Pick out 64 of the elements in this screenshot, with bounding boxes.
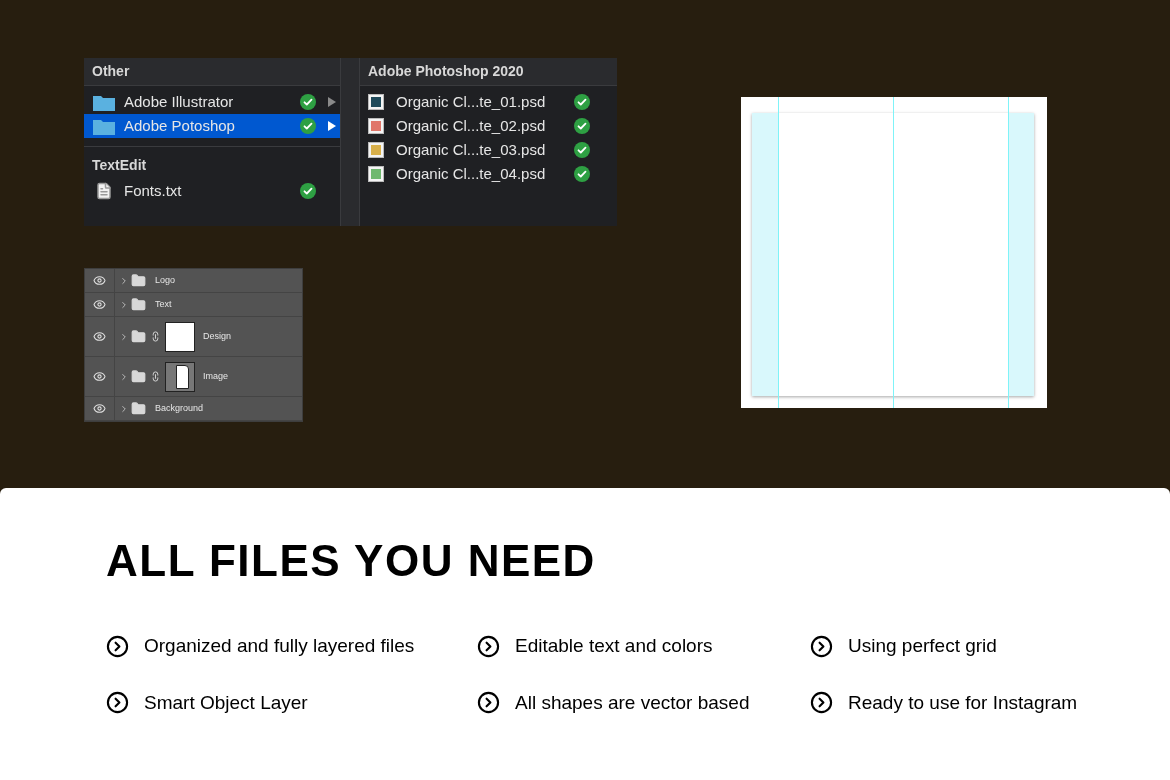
folder-icon <box>131 273 146 288</box>
check-icon <box>300 183 316 199</box>
check-icon <box>574 142 590 158</box>
feature-text: Ready to use for Instagram <box>848 690 1078 715</box>
disclosure-arrow-icon <box>328 121 336 131</box>
finder-item[interactable]: Adobe Illustrator <box>84 90 340 114</box>
feature-text: Using perfect grid <box>848 634 997 658</box>
layer-row[interactable]: Text <box>85 293 302 317</box>
chevron-circle-icon <box>106 691 129 715</box>
check-icon <box>574 94 590 110</box>
visibility-eye-icon[interactable] <box>93 402 106 415</box>
chevron-circle-icon <box>477 691 500 715</box>
visibility-eye-icon[interactable] <box>93 274 106 287</box>
feature-text: Smart Object Layer <box>144 690 308 715</box>
folder-icon <box>93 117 115 135</box>
layer-name: Text <box>155 297 172 311</box>
expand-chevron-icon[interactable] <box>119 371 129 382</box>
disclosure-arrow-icon <box>328 97 336 107</box>
visibility-eye-icon[interactable] <box>93 298 106 311</box>
layer-name: Background <box>155 401 204 415</box>
file-item[interactable]: Organic Cl...te_02.psd <box>360 114 617 138</box>
heading: ALL FILES YOU NEED <box>106 535 597 587</box>
chevron-circle-icon <box>106 634 129 658</box>
layer-name: Design <box>203 329 231 343</box>
finder-item[interactable]: Adobe Potoshop <box>84 114 340 138</box>
layer-thumbnail <box>165 321 195 352</box>
check-icon <box>300 94 316 110</box>
expand-chevron-icon[interactable] <box>119 275 129 286</box>
check-icon <box>574 166 590 182</box>
check-icon <box>574 118 590 134</box>
file-item[interactable]: Organic Cl...te_04.psd <box>360 162 617 186</box>
feature-text: Editable text and colors <box>515 634 713 658</box>
feature-text: Organized and fully layered files <box>144 634 415 658</box>
chevron-circle-icon <box>477 634 500 658</box>
section-header: TextEdit <box>92 155 147 175</box>
expand-chevron-icon[interactable] <box>119 403 129 414</box>
section-header: Other <box>92 62 130 81</box>
folder-icon <box>131 369 146 384</box>
layer-thumbnail <box>165 361 195 392</box>
document-icon <box>95 182 113 200</box>
column-header: Adobe Photoshop 2020 <box>368 62 524 81</box>
folder-icon <box>131 329 146 344</box>
layer-row[interactable]: Background <box>85 397 302 421</box>
layer-row[interactable]: Logo <box>85 269 302 293</box>
expand-chevron-icon[interactable] <box>119 299 129 310</box>
chevron-circle-icon <box>810 691 833 715</box>
chevron-circle-icon <box>810 634 833 658</box>
visibility-eye-icon[interactable] <box>93 370 106 383</box>
visibility-eye-icon[interactable] <box>93 330 106 343</box>
link-icon <box>150 371 161 382</box>
file-item[interactable]: Organic Cl...te_01.psd <box>360 90 617 114</box>
layer-row[interactable]: Image <box>85 357 302 397</box>
finder-item[interactable]: Fonts.txt <box>84 179 340 203</box>
folder-icon <box>131 297 146 312</box>
check-icon <box>300 118 316 134</box>
layer-name: Logo <box>155 273 176 287</box>
layer-name: Image <box>203 369 228 383</box>
layer-row[interactable]: Design <box>85 317 302 357</box>
link-icon <box>150 331 161 342</box>
folder-icon <box>131 401 146 416</box>
folder-icon <box>93 93 115 111</box>
file-item[interactable]: Organic Cl...te_03.psd <box>360 138 617 162</box>
expand-chevron-icon[interactable] <box>119 331 129 342</box>
feature-text: All shapes are vector based <box>515 690 750 715</box>
